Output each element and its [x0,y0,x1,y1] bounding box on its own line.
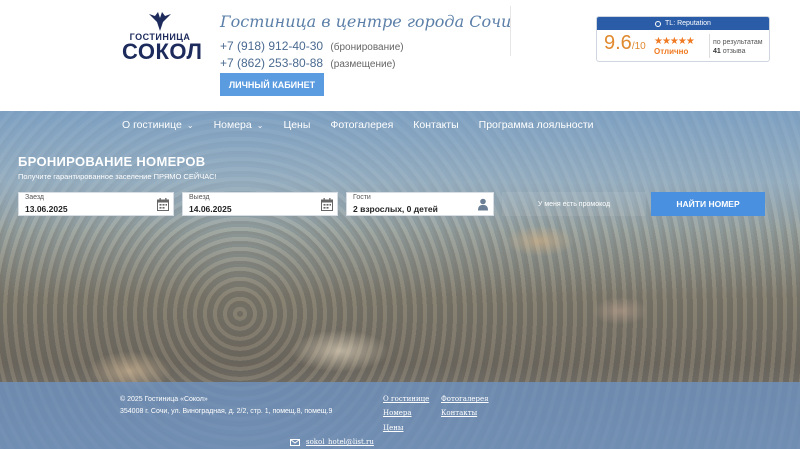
star-rating-icon: ★★★★★ [654,36,695,47]
guests-label: Гости [353,194,371,201]
rating-score: 9.6/10 [604,32,646,55]
nav-item-about[interactable]: О гостинице ⌄ [122,119,194,131]
nav-item-loyalty[interactable]: Программа лояльности [479,119,594,131]
phone-note: (размещение) [330,59,396,70]
reputation-logo-icon [655,20,662,27]
calendar-icon[interactable] [321,198,333,211]
site-tagline: Гостиница в центре города Сочи [220,12,512,31]
calendar-icon[interactable] [157,198,169,211]
review-count: по результатам 41 отзыва [713,38,763,56]
nav-item-label: Цены [283,119,311,131]
checkout-label: Выезд [189,194,210,201]
rating-scale: /10 [631,41,646,52]
nav-item-gallery[interactable]: Фотогалерея [330,119,393,131]
checkin-value[interactable]: 13.06.2025 [25,204,68,214]
phone-number[interactable]: +7 (918) 912-40-30 [220,39,323,53]
nav-item-label: Фотогалерея [330,119,394,131]
nav-item-label: Программа лояльности [478,119,594,131]
mail-icon [290,439,300,446]
nav-item-label: Номера [213,119,252,131]
promo-code-toggle[interactable]: У меня есть промокод [502,192,646,216]
review-count-prefix: по результатам [713,39,763,46]
footer-link-prices[interactable]: Цены [383,424,403,432]
guests-field[interactable]: Гости 2 взрослых, 0 детей [346,192,494,216]
checkin-label: Заезд [25,194,45,201]
header-divider [510,6,511,56]
person-icon[interactable] [477,198,489,211]
footer-email-link[interactable]: sokol_hotel@list.ru [306,438,374,446]
find-room-button[interactable]: НАЙТИ НОМЕР [651,192,765,216]
review-count-number: 41 [713,48,721,55]
falcon-logo-icon [149,12,171,31]
footer-link-gallery[interactable]: Фотогалерея [441,395,489,403]
guests-value[interactable]: 2 взрослых, 0 детей [353,204,438,214]
footer-copyright: © 2025 Гостиница «Сокол» [120,396,208,403]
footer-address: 354008 г. Сочи, ул. Виноградная, д. 2/2,… [120,408,333,415]
reputation-divider [709,34,710,58]
footer-link-contacts[interactable]: Контакты [441,409,477,417]
rating-value: 9.6 [604,32,632,54]
nav-item-label: Контакты [413,119,459,131]
main-nav: О гостинице ⌄ Номера ⌄ Цены Фотогалерея Ко… [0,111,800,139]
booking-phone[interactable]: +7 (918) 912-40-30 (бронирование) [220,39,404,53]
checkout-value[interactable]: 14.06.2025 [189,204,232,214]
nav-item-label: О гостинице [122,119,182,131]
hotel-logo[interactable]: ГОСТИНИЦА СОКОЛ [122,10,203,68]
checkin-date-field[interactable]: Заезд 13.06.2025 [18,192,174,216]
rating-label: Отлично [654,47,689,56]
footer-link-rooms[interactable]: Номера [383,409,412,417]
personal-account-button[interactable]: ЛИЧНЫЙ КАБИНЕТ [220,73,324,96]
review-count-suffix: отзыва [722,48,746,55]
chevron-down-icon: ⌄ [186,120,194,130]
reputation-brand: TL: Reputation [665,20,711,27]
site-header: ГОСТИНИЦА СОКОЛ Гостиница в центре город… [0,0,800,111]
logo-name: СОКОЛ [122,39,203,64]
booking-title: БРОНИРОВАНИЕ НОМЕРОВ [18,154,206,169]
nav-item-rooms[interactable]: Номера ⌄ [214,119,264,131]
phone-number[interactable]: +7 (862) 253-80-88 [220,56,323,70]
reputation-header: TL: Reputation [597,17,769,30]
nav-item-contacts[interactable]: Контакты [413,119,458,131]
checkout-date-field[interactable]: Выезд 14.06.2025 [182,192,338,216]
reputation-widget[interactable]: TL: Reputation 9.6/10 ★★★★★ Отлично по р… [596,16,770,62]
nav-item-prices[interactable]: Цены [283,119,310,131]
footer-link-about[interactable]: О гостинице [383,395,429,403]
reception-phone[interactable]: +7 (862) 253-80-88 (размещение) [220,56,395,70]
booking-subtitle: Получите гарантированное заселение ПРЯМО… [18,172,217,181]
phone-note: (бронирование) [330,42,404,53]
chevron-down-icon: ⌄ [256,120,264,130]
